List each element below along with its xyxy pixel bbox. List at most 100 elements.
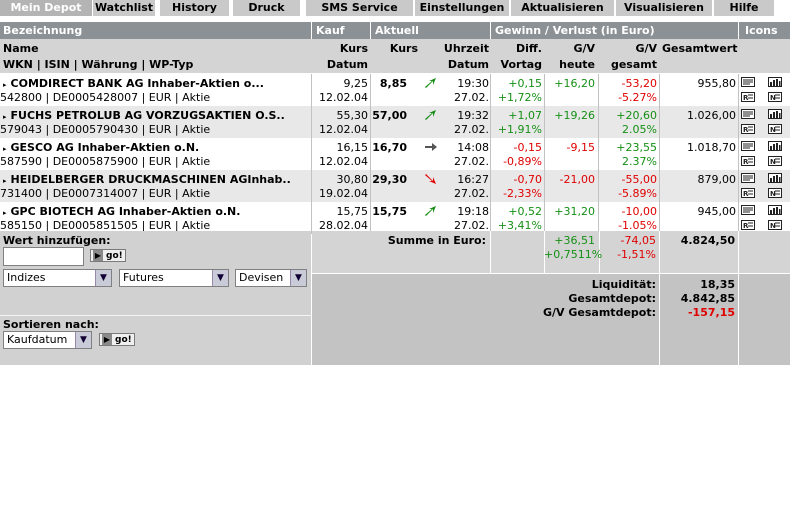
tab-visualisieren[interactable]: Visualisieren — [616, 0, 713, 16]
chart-icon[interactable] — [768, 141, 782, 151]
details-doc-icon[interactable] — [741, 205, 755, 215]
summe-gv-heute: +36,51 — [554, 234, 595, 247]
news-icon[interactable]: N — [768, 124, 782, 134]
stock-info: 579043 | DE0005790430 | EUR | Aktie — [0, 123, 211, 136]
tab-sms-service[interactable]: SMS Service — [306, 0, 414, 16]
kurs-datum: 27.02. — [454, 187, 489, 200]
kurs-datum: 27.02. — [454, 123, 489, 136]
research-icon[interactable]: R — [741, 156, 755, 166]
col-gesamtwert: Gesamtwert — [662, 42, 738, 55]
diff-vortag-pct: +1,72% — [497, 91, 542, 104]
trend-right-arrow-icon — [424, 141, 438, 151]
gv-gesamtdepot-value: -157,15 — [687, 306, 735, 319]
header-aktuell: Aktuell — [375, 24, 419, 37]
summe-gesamtwert: 4.824,50 — [680, 234, 735, 247]
aktueller-kurs: 8,85 — [379, 77, 407, 90]
tab-einstellungen[interactable]: Einstellungen — [415, 0, 510, 16]
indizes-select[interactable]: Indizes ▼ — [3, 269, 112, 287]
news-icon[interactable]: N — [768, 156, 782, 166]
kauf-kurs: 9,25 — [343, 77, 369, 90]
details-doc-icon[interactable] — [741, 77, 755, 87]
gv-gesamt-pct: -5.89% — [618, 187, 657, 200]
news-icon[interactable]: N — [768, 92, 782, 102]
gv-gesamt-pct: 2.37% — [622, 155, 657, 168]
chart-icon[interactable] — [768, 77, 782, 87]
section-header-bar: Bezeichnung Kauf Aktuell Gewinn / Verlus… — [0, 22, 790, 39]
col-uhrzeit: Uhrzeit — [443, 42, 489, 55]
table-row[interactable]: ▸ FUCHS PETROLUB AG VORZUGSAKTIEN O.S.. 57… — [0, 106, 790, 138]
divider — [0, 315, 311, 316]
gv-gesamt: -53,20 — [621, 77, 657, 90]
news-icon[interactable]: N — [768, 220, 782, 230]
trend-up-arrow-icon — [424, 77, 438, 88]
tab-watchlist[interactable]: Watchlist — [93, 0, 156, 16]
aktueller-kurs: 29,30 — [372, 173, 407, 186]
stock-name[interactable]: ▸ COMDIRECT BANK AG Inhaber-Aktien o... — [3, 77, 264, 90]
stock-name[interactable]: ▸ HEIDELBERGER DRUCKMASCHINEN AGInhab.. — [3, 173, 291, 186]
gv-heute: -21,00 — [559, 173, 595, 186]
liquiditaet-label: Liquidität: — [591, 278, 656, 291]
stock-info: 731400 | DE0007314007 | EUR | Aktie — [0, 187, 211, 200]
research-icon[interactable]: R — [741, 188, 755, 198]
add-value-input[interactable] — [3, 247, 84, 266]
kurs-uhrzeit: 19:30 — [457, 77, 489, 90]
expand-arrow-icon: ▸ — [3, 177, 7, 185]
chevron-down-icon: ▼ — [290, 270, 306, 286]
tab-mein-depot[interactable]: Mein Depot — [0, 0, 93, 16]
gv-gesamt-pct: -5.27% — [618, 91, 657, 104]
stock-name[interactable]: ▸ FUCHS PETROLUB AG VORZUGSAKTIEN O.S.. — [3, 109, 285, 122]
details-doc-icon[interactable] — [741, 141, 755, 151]
table-row[interactable]: ▸ GPC BIOTECH AG Inhaber-Aktien o.N. 58515… — [0, 202, 790, 234]
summe-gv-gesamt-pct: -1,51% — [617, 248, 656, 261]
col-kauf-datum: Datum — [326, 58, 368, 71]
kauf-datum: 12.02.04 — [319, 123, 368, 136]
kauf-kurs: 55,30 — [336, 109, 369, 122]
tab-aktualisieren[interactable]: Aktualisieren — [511, 0, 615, 16]
diff-vortag: +1,07 — [508, 109, 542, 122]
gv-heute: +31,20 — [554, 205, 595, 218]
news-icon[interactable]: N — [768, 188, 782, 198]
gesamtwert: 1.018,70 — [687, 141, 736, 154]
tab-druck[interactable]: Druck — [233, 0, 301, 16]
tab-history[interactable]: History — [160, 0, 230, 16]
tab-hilfe[interactable]: Hilfe — [714, 0, 775, 16]
sort-go-button[interactable]: ▶ go! — [99, 333, 135, 346]
diff-vortag-pct: -0,89% — [503, 155, 542, 168]
chevron-down-icon: ▼ — [212, 270, 228, 286]
gv-heute: -9,15 — [566, 141, 595, 154]
research-icon[interactable]: R — [741, 220, 755, 230]
gv-gesamt: +20,60 — [616, 109, 657, 122]
details-doc-icon[interactable] — [741, 173, 755, 183]
futures-select[interactable]: Futures ▼ — [119, 269, 229, 287]
chevron-down-icon: ▼ — [95, 270, 111, 286]
stock-name[interactable]: ▸ GPC BIOTECH AG Inhaber-Aktien o.N. — [3, 205, 240, 218]
trend-down-arrow-icon — [424, 173, 438, 184]
aktueller-kurs: 57,00 — [372, 109, 407, 122]
col-kauf-kurs: Kurs — [339, 42, 368, 55]
add-go-button[interactable]: ▶ go! — [90, 249, 126, 262]
table-row[interactable]: ▸ GESCO AG Inhaber-Aktien o.N. 587590 | DE… — [0, 138, 790, 170]
chart-icon[interactable] — [768, 109, 782, 119]
kauf-kurs: 15,75 — [336, 205, 369, 218]
col-datum: Datum — [447, 58, 489, 71]
gv-heute: +16,20 — [554, 77, 595, 90]
sort-select[interactable]: Kaufdatum ▼ — [3, 331, 92, 349]
chart-icon[interactable] — [768, 205, 782, 215]
col-wkn: WKN | ISIN | Währung | WP-Typ — [3, 58, 194, 71]
header-gewinn-verlust: Gewinn / Verlust (in Euro) — [495, 24, 655, 37]
devisen-select[interactable]: Devisen ▼ — [235, 269, 307, 287]
research-icon[interactable]: R — [741, 92, 755, 102]
aktueller-kurs: 15,75 — [372, 205, 407, 218]
summe-gv-heute-pct: +0,7511% — [544, 248, 603, 261]
research-icon[interactable]: R — [741, 124, 755, 134]
kurs-uhrzeit: 16:27 — [457, 173, 489, 186]
gesamtwert: 945,00 — [697, 205, 737, 218]
table-row[interactable]: ▸ COMDIRECT BANK AG Inhaber-Aktien o... 54… — [0, 74, 790, 106]
table-row[interactable]: ▸ HEIDELBERGER DRUCKMASCHINEN AGInhab.. 73… — [0, 170, 790, 202]
details-doc-icon[interactable] — [741, 109, 755, 119]
diff-vortag-pct: -2,33% — [503, 187, 542, 200]
kurs-uhrzeit: 14:08 — [457, 141, 489, 154]
summe-label: Summe in Euro: — [387, 234, 486, 247]
chart-icon[interactable] — [768, 173, 782, 183]
stock-name[interactable]: ▸ GESCO AG Inhaber-Aktien o.N. — [3, 141, 199, 154]
